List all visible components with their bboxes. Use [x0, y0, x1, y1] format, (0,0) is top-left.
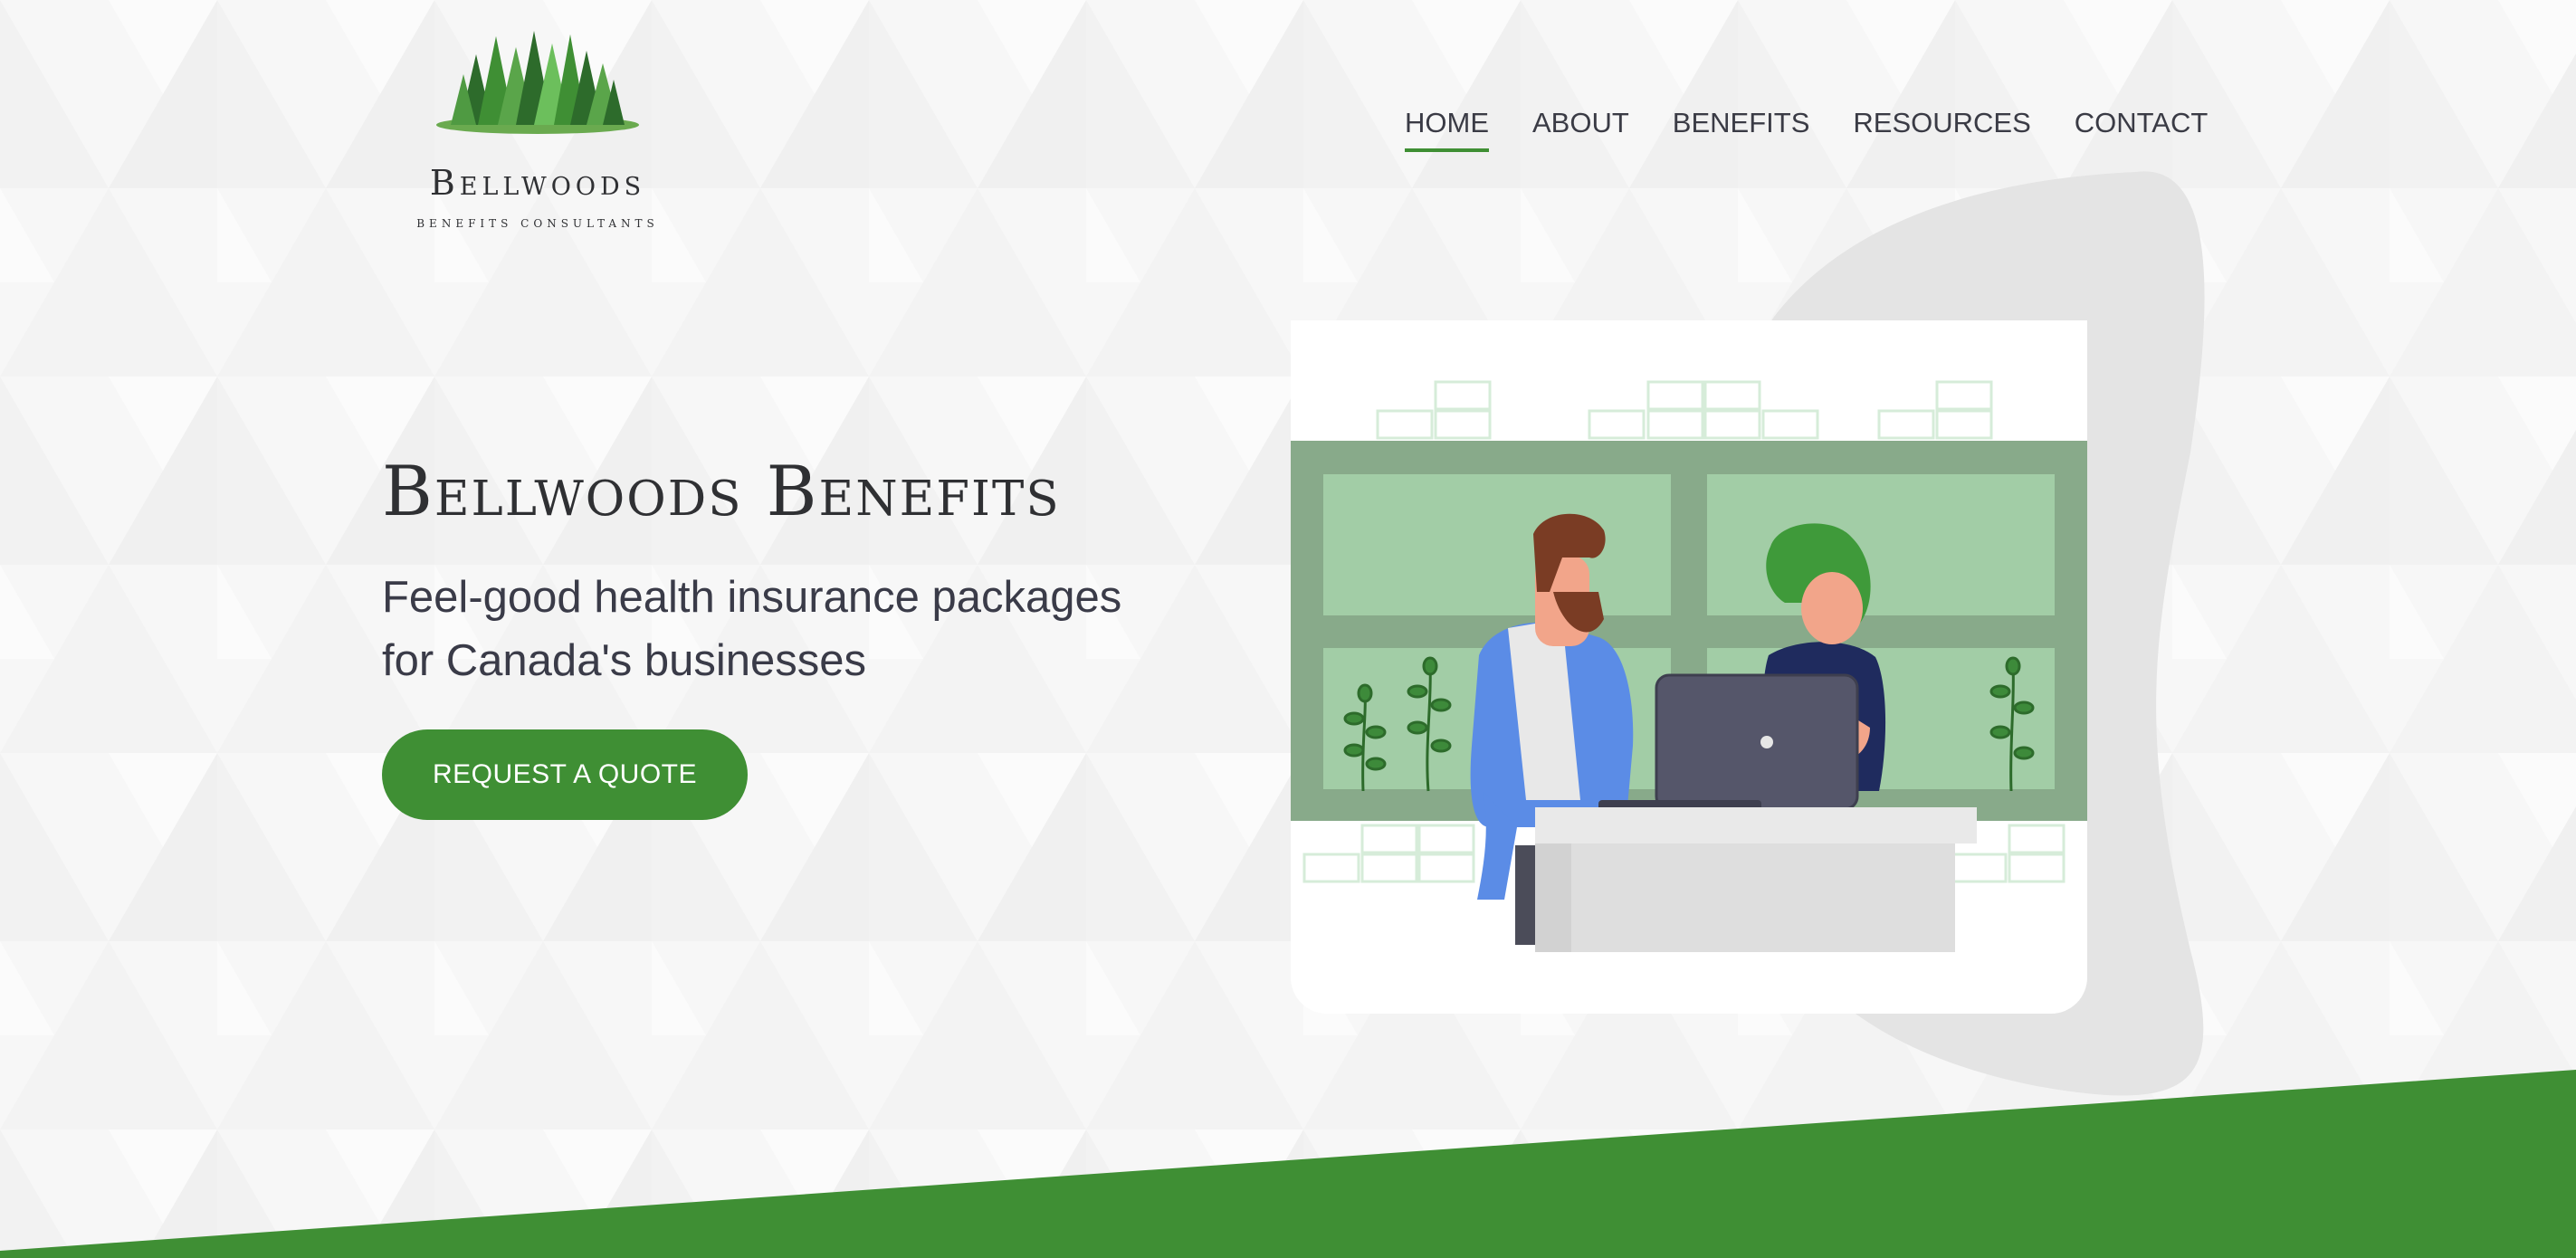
- main-nav: HOME ABOUT BENEFITS RESOURCES CONTACT: [1405, 107, 2208, 152]
- hero-title: Bellwoods Benefits: [382, 451, 1061, 531]
- nav-item-benefits[interactable]: BENEFITS: [1673, 107, 1810, 152]
- nav-item-home[interactable]: HOME: [1405, 107, 1489, 152]
- request-quote-button[interactable]: REQUEST A QUOTE: [382, 729, 748, 820]
- pine-trees-logo-icon: [436, 31, 639, 134]
- hero-subtitle-line-2: for Canada's businesses: [382, 636, 867, 685]
- brand-name: Bellwoods: [429, 163, 646, 203]
- nav-item-about[interactable]: ABOUT: [1532, 107, 1629, 152]
- nav-item-resources[interactable]: RESOURCES: [1853, 107, 2030, 152]
- two-people-at-laptop-illustration-icon: [1291, 320, 2087, 1014]
- brand-logo[interactable]: Bellwoods BENEFITS CONSULTANTS: [402, 27, 673, 230]
- hero-subtitle-line-1: Feel-good health insurance packages: [382, 573, 1122, 622]
- brand-tagline: BENEFITS CONSULTANTS: [416, 217, 659, 230]
- hero-subtitle: Feel-good health insurance packages for …: [382, 566, 1197, 692]
- nav-item-contact[interactable]: CONTACT: [2075, 107, 2209, 152]
